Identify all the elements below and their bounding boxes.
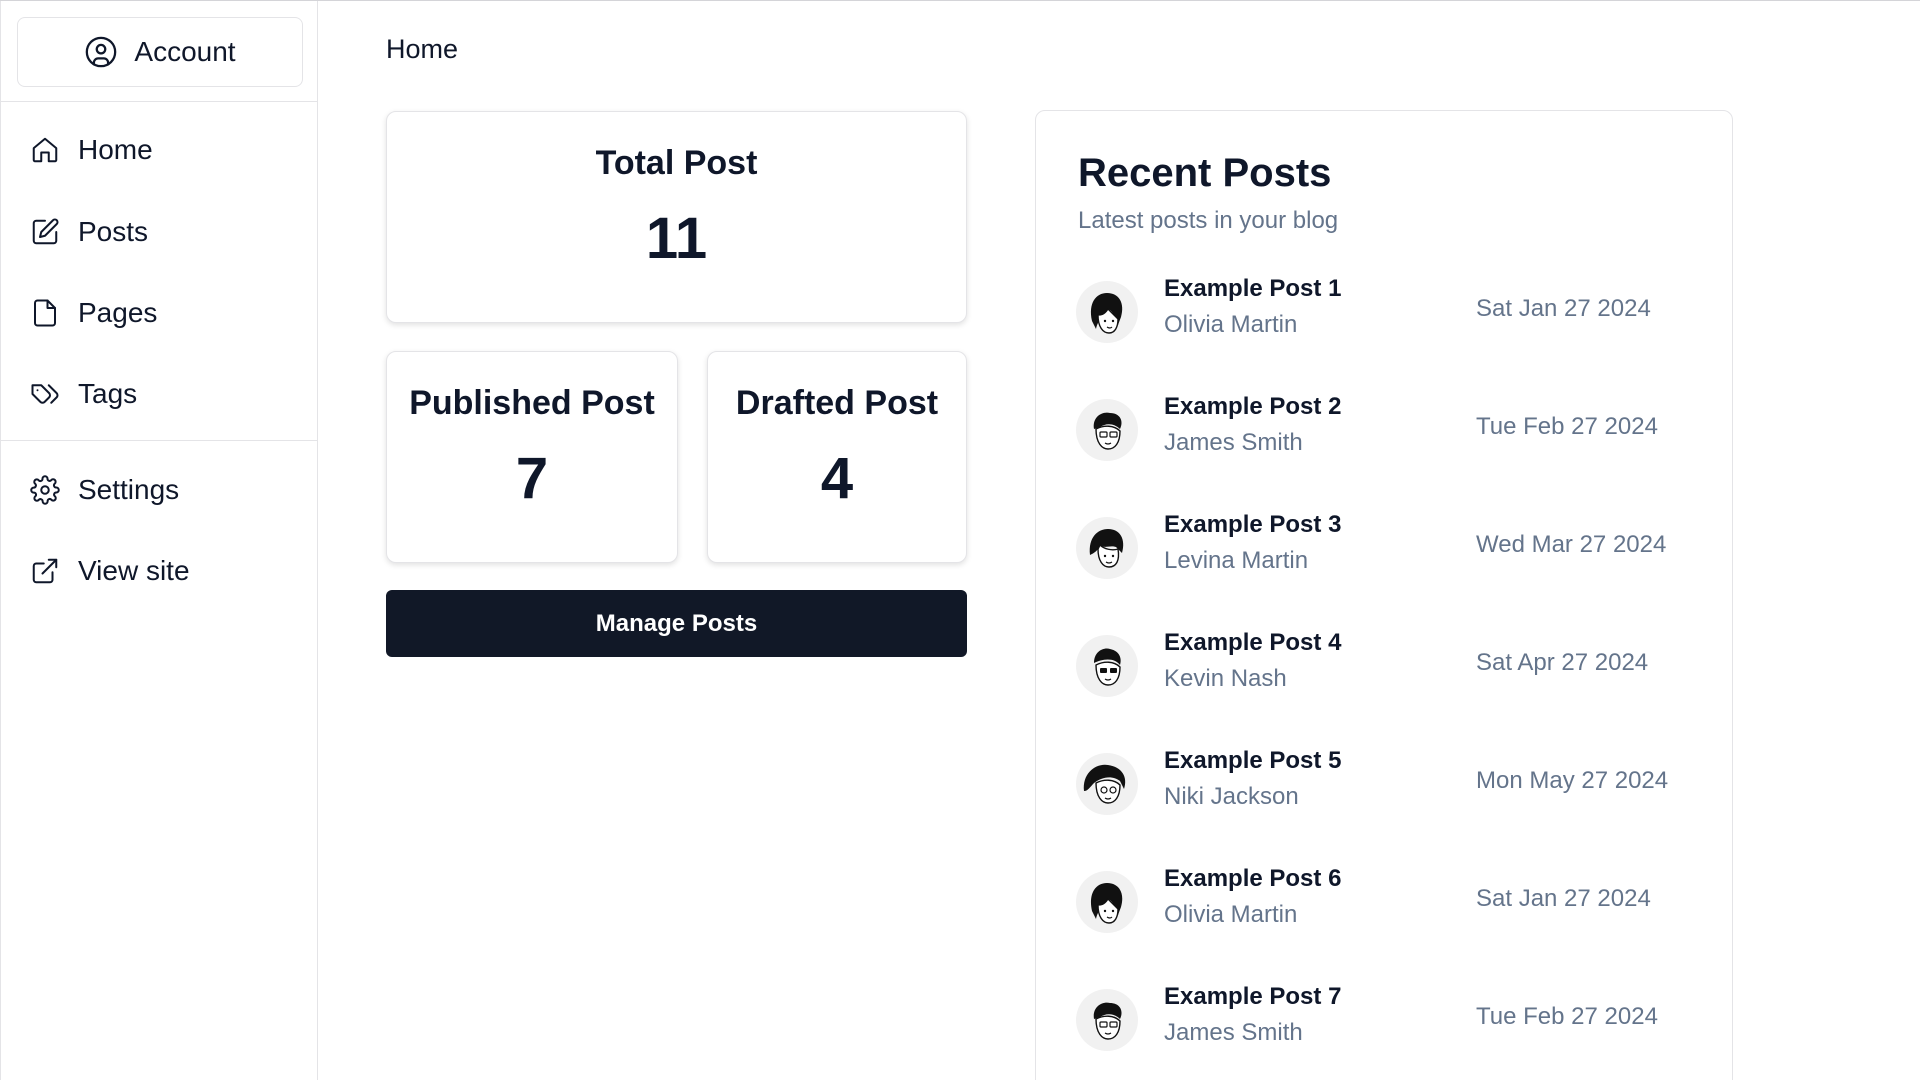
list-item[interactable]: Example Post 3 Levina Martin Wed Mar 27 … [1076, 511, 1716, 591]
sidebar-item-posts[interactable]: Posts [15, 204, 305, 260]
avatar [1076, 399, 1138, 461]
sidebar: Account Home Posts Pages Tags Settings V… [0, 1, 318, 1080]
recent-posts-title: Recent Posts [1078, 151, 1332, 195]
avatar [1076, 753, 1138, 815]
sidebar-item-tags[interactable]: Tags [15, 366, 305, 422]
avatar-illustration-icon [1083, 764, 1126, 804]
file-icon [34, 299, 56, 327]
sidebar-divider [1, 101, 318, 102]
post-title: Example Post 3 [1164, 511, 1342, 538]
post-author: Kevin Nash [1164, 665, 1287, 692]
total-post-card: Total Post 11 [386, 111, 967, 323]
post-author: James Smith [1164, 1019, 1303, 1046]
tags-icon [31, 384, 59, 404]
list-item[interactable]: Example Post 1 Olivia Martin Sat Jan 27 … [1076, 275, 1716, 355]
avatar [1076, 989, 1138, 1051]
post-date: Tue Feb 27 2024 [1476, 1003, 1658, 1030]
post-title: Example Post 4 [1164, 629, 1342, 656]
sidebar-item-label: Tags [78, 378, 138, 409]
recent-posts-subtitle: Latest posts in your blog [1078, 207, 1339, 234]
gear-icon [30, 475, 60, 505]
list-item[interactable]: Example Post 5 Niki Jackson Mon May 27 2… [1076, 747, 1716, 827]
avatar-illustration-icon [1090, 293, 1123, 334]
sidebar-item-label: Posts [78, 216, 149, 247]
post-author: James Smith [1164, 429, 1303, 456]
user-circle-icon [86, 36, 117, 68]
post-date: Tue Feb 27 2024 [1476, 413, 1658, 440]
external-link-icon [32, 558, 58, 584]
list-item[interactable]: Example Post 6 Olivia Martin Sat Jan 27 … [1076, 865, 1716, 945]
avatar-illustration-icon [1090, 883, 1123, 924]
post-title: Example Post 2 [1164, 393, 1342, 420]
home-icon [32, 137, 58, 163]
sidebar-item-label: Pages [78, 297, 158, 328]
card-value: 11 [645, 206, 708, 271]
post-title: Example Post 6 [1164, 865, 1342, 892]
post-date: Mon May 27 2024 [1476, 767, 1669, 794]
avatar [1076, 871, 1138, 933]
post-title: Example Post 7 [1164, 983, 1342, 1010]
account-button[interactable]: Account [17, 17, 303, 87]
sidebar-item-view-site[interactable]: View site [15, 543, 305, 599]
card-value: 7 [515, 446, 549, 511]
manage-posts-button[interactable]: Manage Posts [386, 590, 967, 657]
sidebar-item-home[interactable]: Home [15, 122, 305, 178]
breadcrumb: Home [386, 34, 459, 64]
avatar [1076, 517, 1138, 579]
card-title: Drafted Post [735, 384, 939, 422]
list-item[interactable]: Example Post 7 James Smith Tue Feb 27 20… [1076, 983, 1716, 1063]
sidebar-divider [1, 440, 318, 441]
card-title: Total Post [595, 144, 758, 182]
published-post-card: Published Post 7 [386, 351, 678, 563]
edit-icon [32, 218, 59, 245]
sidebar-item-settings[interactable]: Settings [15, 462, 305, 518]
sidebar-item-label: View site [78, 555, 190, 586]
card-title: Published Post [409, 384, 655, 422]
avatar [1076, 281, 1138, 343]
post-title: Example Post 5 [1164, 747, 1342, 774]
post-author: Niki Jackson [1164, 783, 1299, 810]
account-label: Account [134, 36, 236, 67]
avatar [1076, 635, 1138, 697]
post-author: Olivia Martin [1164, 311, 1298, 338]
card-value: 4 [820, 446, 854, 511]
avatar-illustration-icon [1093, 1002, 1122, 1040]
list-item[interactable]: Example Post 2 James Smith Tue Feb 27 20… [1076, 393, 1716, 473]
post-author: Levina Martin [1164, 547, 1309, 574]
sidebar-item-label: Settings [78, 474, 180, 505]
post-title: Example Post 1 [1164, 275, 1342, 302]
post-date: Wed Mar 27 2024 [1476, 531, 1667, 558]
avatar-illustration-icon [1094, 648, 1121, 686]
drafted-post-card: Drafted Post 4 [707, 351, 967, 563]
avatar-illustration-icon [1089, 529, 1124, 568]
sidebar-item-label: Home [78, 134, 153, 165]
post-date: Sat Jan 27 2024 [1476, 885, 1651, 912]
post-date: Sat Jan 27 2024 [1476, 295, 1651, 322]
avatar-illustration-icon [1093, 412, 1122, 450]
post-author: Olivia Martin [1164, 901, 1298, 928]
recent-posts-panel: Recent Posts Latest posts in your blog E… [1035, 110, 1733, 1080]
sidebar-item-pages[interactable]: Pages [15, 285, 305, 341]
post-date: Sat Apr 27 2024 [1476, 649, 1649, 676]
list-item[interactable]: Example Post 4 Kevin Nash Sat Apr 27 202… [1076, 629, 1716, 709]
